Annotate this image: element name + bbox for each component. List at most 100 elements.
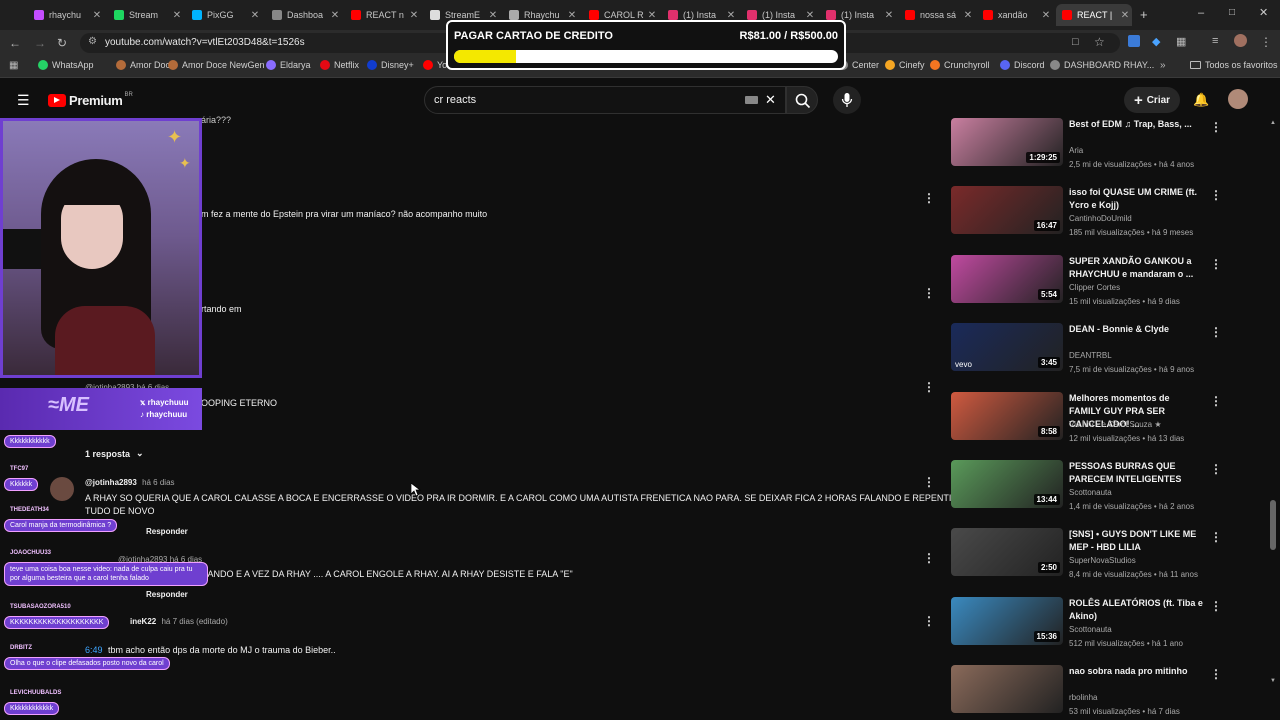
account-avatar[interactable]	[1228, 89, 1248, 109]
close-tab-icon[interactable]: ✕	[90, 10, 104, 21]
video-menu-icon[interactable]: ⋮	[1210, 599, 1222, 613]
youtube-logo[interactable]: Premium BR	[48, 92, 133, 108]
notifications-bell-icon[interactable]: 🔔	[1193, 92, 1209, 108]
video-thumbnail[interactable]: 8:58	[951, 391, 1063, 440]
bookmark-item[interactable]: Crunchyroll	[930, 60, 990, 70]
close-tab-icon[interactable]: ✕	[645, 10, 659, 21]
video-channel[interactable]: CantinhoDoUmild	[1069, 214, 1132, 223]
avatar[interactable]	[50, 477, 74, 501]
reply-button[interactable]: Responder	[146, 527, 188, 536]
close-tab-icon[interactable]: ✕	[1039, 10, 1053, 21]
video-channel[interactable]: SuperNovaStudios	[1069, 556, 1136, 565]
video-menu-icon[interactable]: ⋮	[1210, 394, 1222, 408]
video-thumbnail[interactable]: 16:47	[951, 186, 1063, 235]
bookmark-item[interactable]: Amor Doce	[116, 60, 175, 70]
voice-search-button[interactable]	[833, 86, 861, 114]
replies-toggle[interactable]: 1 resposta ⌄	[85, 448, 144, 459]
comment-menu-icon[interactable]: ⋮	[923, 380, 935, 394]
hamburger-menu-icon[interactable]: ☰	[17, 92, 30, 109]
close-tab-icon[interactable]: ✕	[961, 10, 975, 21]
video-channel[interactable]: Scottonauta	[1069, 488, 1112, 497]
bookmark-item[interactable]: Netflix	[320, 60, 359, 70]
bookmark-star-icon[interactable]: ☆	[1094, 35, 1105, 49]
video-channel[interactable]: Clipper Cortes	[1069, 283, 1120, 292]
video-menu-icon[interactable]: ⋮	[1210, 667, 1222, 681]
close-window-icon[interactable]: ✕	[1259, 6, 1268, 19]
apps-grid-icon[interactable]: ▦	[9, 60, 18, 71]
video-menu-icon[interactable]: ⋮	[1210, 462, 1222, 476]
close-tab-icon[interactable]: ✕	[724, 10, 738, 21]
video-menu-icon[interactable]: ⋮	[1210, 257, 1222, 271]
keyboard-icon[interactable]	[745, 96, 758, 104]
browser-menu-icon[interactable]: ⋮	[1260, 35, 1272, 49]
tab[interactable]: REACT n ✕	[345, 4, 421, 26]
video-channel[interactable]: Vic MV • e Carol Souza ★	[1069, 420, 1162, 429]
video-title[interactable]: nao sobra nada pro mitinho	[1069, 665, 1204, 678]
tab[interactable]: Dashboa ✕	[266, 4, 342, 26]
bookmark-item[interactable]: WhatsApp	[38, 60, 94, 70]
reply-button[interactable]: Responder	[146, 590, 188, 599]
tab[interactable]: rhaychu ✕	[28, 4, 104, 26]
video-channel[interactable]: rbolinha	[1069, 693, 1097, 702]
new-tab-icon[interactable]: +	[1140, 7, 1148, 22]
more-bookmarks-icon[interactable]: »	[1160, 60, 1166, 71]
video-thumbnail[interactable]: 15:36	[951, 596, 1063, 645]
timestamp-link[interactable]: 6:49	[85, 645, 103, 655]
video-channel[interactable]: Scottonauta	[1069, 625, 1112, 634]
video-thumbnail[interactable]: 3:45 vevo	[951, 323, 1063, 372]
bookmark-item[interactable]: Yo	[423, 60, 447, 70]
video-menu-icon[interactable]: ⋮	[1210, 120, 1222, 134]
comment-menu-icon[interactable]: ⋮	[923, 191, 935, 205]
bookmark-item[interactable]: Cinefy	[885, 60, 925, 70]
comment-author[interactable]: ineK22	[130, 617, 156, 626]
video-thumbnail[interactable]: 2:50	[951, 528, 1063, 577]
comment-menu-icon[interactable]: ⋮	[923, 475, 935, 489]
video-title[interactable]: ROLÊS ALEATÓRIOS (ft. Tiba e Akino)	[1069, 597, 1204, 623]
site-info-icon[interactable]: ⚙	[88, 36, 97, 47]
comment-author[interactable]: @jotinha2893	[85, 478, 137, 487]
close-tab-icon[interactable]: ✕	[170, 10, 184, 21]
video-menu-icon[interactable]: ⋮	[1210, 530, 1222, 544]
video-title[interactable]: Best of EDM ♫ Trap, Bass, ...	[1069, 118, 1204, 131]
video-thumbnail[interactable]: 1:29:25	[951, 118, 1063, 166]
video-menu-icon[interactable]: ⋮	[1210, 325, 1222, 339]
bookmark-item[interactable]: Eldarya	[266, 60, 311, 70]
video-title[interactable]: PESSOAS BURRAS QUE PARECEM INTELIGENTES	[1069, 460, 1204, 486]
video-title[interactable]: isso foi QUASE UM CRIME (ft. Ycro e Kojj…	[1069, 186, 1204, 212]
url-text[interactable]: youtube.com/watch?v=vtlEt203D48&t=1526s	[105, 37, 305, 48]
scrollbar-thumb[interactable]	[1270, 500, 1276, 550]
video-title[interactable]: SUPER XANDÃO GANKOU a RHAYCHUU e mandara…	[1069, 255, 1204, 281]
close-tab-icon[interactable]: ✕	[486, 10, 500, 21]
tab[interactable]: PixGG ✕	[186, 4, 262, 26]
video-thumbnail[interactable]: 13:44	[951, 460, 1063, 508]
search-input[interactable]: cr reacts ✕	[424, 86, 786, 114]
bookmark-item[interactable]: Amor Doce NewGen	[168, 60, 265, 70]
bookmark-item[interactable]: Disney+	[367, 60, 414, 70]
video-channel[interactable]: Aria	[1069, 146, 1083, 155]
tab[interactable]: xandão ✕	[977, 4, 1053, 26]
scroll-up-icon[interactable]: ▲	[1270, 120, 1276, 126]
tab[interactable]: nossa sá ✕	[899, 4, 975, 26]
extension-icon-2[interactable]: ◆	[1152, 35, 1160, 48]
close-tab-icon[interactable]: ✕	[882, 10, 896, 21]
video-thumbnail[interactable]: 5:54	[951, 254, 1063, 303]
close-tab-icon[interactable]: ✕	[565, 10, 579, 21]
comment-menu-icon[interactable]: ⋮	[923, 286, 935, 300]
tab[interactable]: Stream ✕	[108, 4, 184, 26]
reload-icon[interactable]: ↻	[57, 36, 67, 50]
comment-menu-icon[interactable]: ⋮	[923, 614, 935, 628]
media-control-icon[interactable]: ≡	[1212, 35, 1218, 47]
video-title[interactable]: [SNS] • GUYS DON'T LIKE ME MEP - HBD LIL…	[1069, 528, 1204, 554]
install-icon[interactable]: □	[1072, 36, 1079, 48]
video-title[interactable]: DEAN - Bonnie & Clyde	[1069, 323, 1204, 336]
close-tab-icon[interactable]: ✕	[328, 10, 342, 21]
search-button[interactable]	[786, 86, 818, 114]
close-tab-icon[interactable]: ✕	[1118, 10, 1132, 21]
bookmark-item[interactable]: Discord	[1000, 60, 1045, 70]
close-tab-icon[interactable]: ✕	[248, 10, 262, 21]
profile-avatar[interactable]	[1234, 34, 1247, 47]
tab[interactable]: REACT | ✕	[1056, 4, 1132, 26]
clear-search-icon[interactable]: ✕	[765, 92, 776, 108]
video-menu-icon[interactable]: ⋮	[1210, 188, 1222, 202]
comment-menu-icon[interactable]: ⋮	[923, 551, 935, 565]
